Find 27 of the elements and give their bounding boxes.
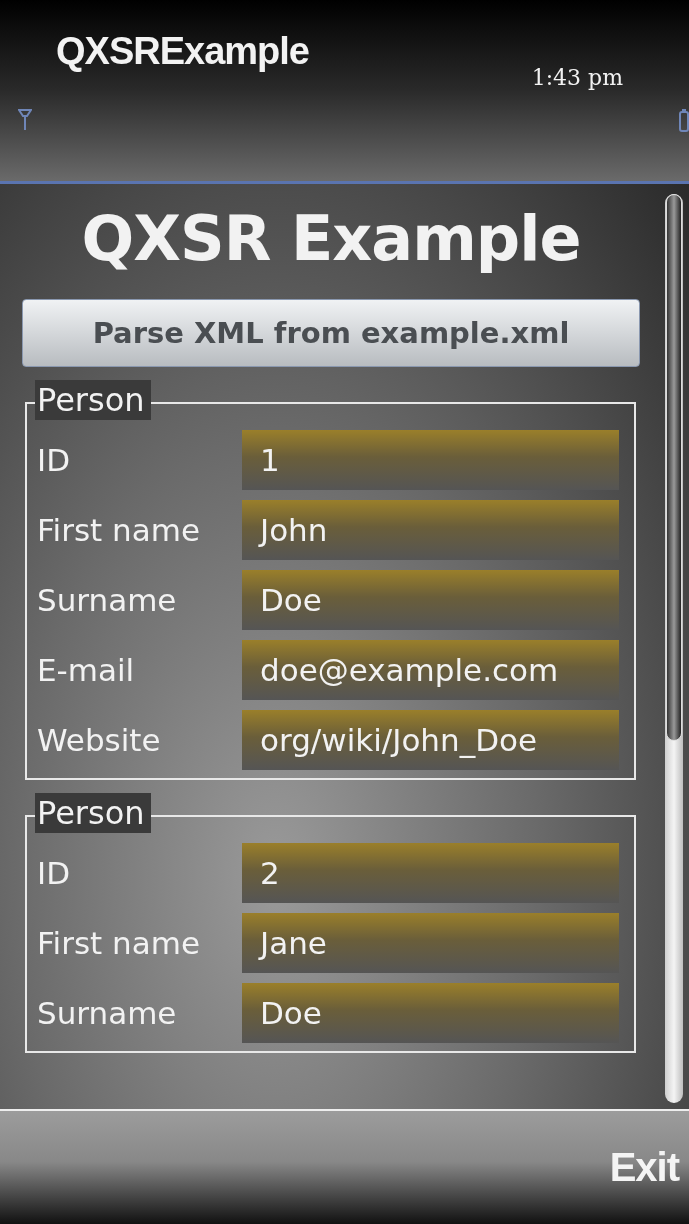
signal-icon bbox=[18, 108, 32, 130]
input-field[interactable]: 1 bbox=[242, 430, 619, 490]
input-field[interactable]: Doe bbox=[242, 570, 619, 630]
field-label: First name bbox=[37, 512, 201, 548]
field-label: ID bbox=[37, 855, 71, 891]
input-field[interactable]: John bbox=[242, 500, 619, 560]
app-title: QXSRExample bbox=[56, 30, 309, 73]
field-label: Surname bbox=[37, 995, 178, 1031]
input-field[interactable]: Doe bbox=[242, 983, 619, 1043]
input-field[interactable]: 2 bbox=[242, 843, 619, 903]
scrollbar[interactable] bbox=[665, 194, 683, 1103]
page-heading: QXSR Example bbox=[80, 201, 582, 277]
parse-button[interactable]: Parse XML from example.xml bbox=[22, 299, 640, 367]
field-label: E-mail bbox=[37, 652, 136, 688]
battery-icon bbox=[679, 108, 689, 132]
group-title: Person bbox=[35, 380, 151, 420]
clock-time: 1:43 pm bbox=[531, 65, 623, 90]
exit-button[interactable]: Exit bbox=[609, 1145, 679, 1190]
group-title: Person bbox=[35, 793, 151, 833]
field-label: Surname bbox=[37, 582, 178, 618]
field-label: Website bbox=[37, 722, 162, 758]
input-field[interactable]: Jane bbox=[242, 913, 619, 973]
field-label: ID bbox=[37, 442, 71, 478]
input-field[interactable]: doe@example.com bbox=[242, 640, 619, 700]
input-field[interactable]: org/wiki/John_Doe bbox=[242, 710, 619, 770]
field-label: First name bbox=[37, 925, 201, 961]
scroll-thumb[interactable] bbox=[666, 194, 682, 741]
